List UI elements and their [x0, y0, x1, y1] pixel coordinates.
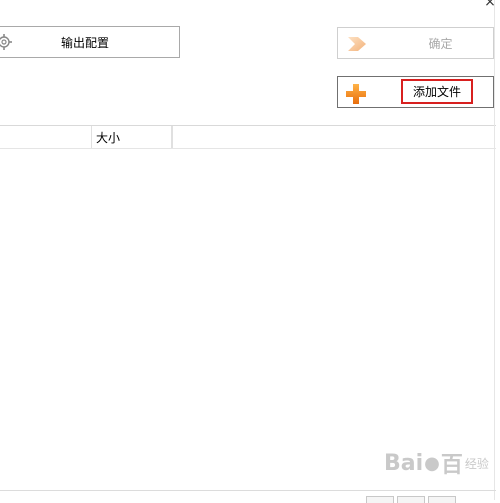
watermark-suffix: 经验 [464, 456, 489, 471]
file-list[interactable] [0, 149, 496, 490]
add-file-label: 添加文件 [401, 79, 473, 104]
confirm-label: 确定 [428, 36, 453, 51]
file-table-header: 大小 [0, 125, 496, 149]
column-header-name[interactable] [0, 126, 92, 148]
window-border [494, 0, 495, 500]
watermark-brand: Bai [384, 450, 424, 476]
confirm-button[interactable]: 确定 [337, 27, 494, 59]
divider [0, 490, 496, 491]
column-header-extra[interactable] [172, 126, 496, 148]
add-file-button[interactable]: 添加文件 [337, 76, 494, 108]
watermark-brand2: 百 [440, 453, 463, 478]
arrow-right-icon [348, 37, 366, 51]
plus-icon [346, 84, 366, 104]
paw-icon: ● [424, 452, 440, 474]
output-config-label: 输出配置 [60, 35, 109, 50]
column-header-size[interactable]: 大小 [92, 126, 172, 148]
output-config-button[interactable]: 输出配置 [0, 26, 180, 58]
baidu-watermark: Bai ● 百 经验 [384, 448, 494, 479]
close-button[interactable]: × [482, 0, 498, 10]
